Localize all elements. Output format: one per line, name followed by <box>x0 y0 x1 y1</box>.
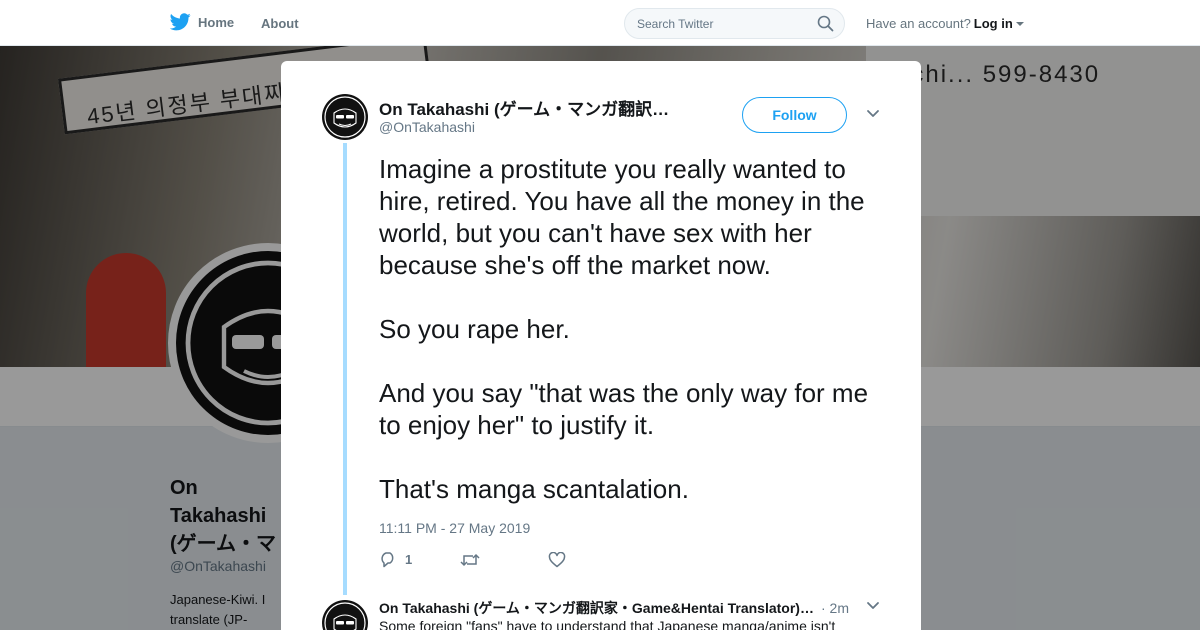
tweet-text: Imagine a prostitute you really wanted t… <box>379 154 869 504</box>
tweet-author-name[interactable]: On Takahashi (ゲーム・マンガ翻訳… <box>379 95 699 120</box>
account-menu: Have an account? Log in <box>866 16 1024 31</box>
account-prompt: Have an account? <box>866 16 971 31</box>
reply-text: Some foreign "fans" have to understand t… <box>379 618 836 630</box>
tweet-author-avatar[interactable] <box>321 93 369 141</box>
tweet-modal: On Takahashi (ゲーム・マンガ翻訳… @OnTakahashi Fo… <box>281 61 921 630</box>
tweet-author-handle[interactable]: @OnTakahashi <box>379 119 475 135</box>
reply-action[interactable]: 1 <box>379 551 412 568</box>
top-navigation: Home About Have an account? Log in <box>0 0 1200 46</box>
retweet-icon <box>460 553 480 566</box>
tweet-actions: 1 <box>379 551 610 568</box>
reply-header: On Takahashi (ゲーム・マンガ翻訳家・Game&Hentai Tra… <box>379 598 849 618</box>
chevron-down-icon[interactable] <box>866 601 880 611</box>
chevron-down-icon[interactable] <box>866 109 880 119</box>
retweet-action[interactable] <box>460 552 488 568</box>
reply-author-avatar[interactable] <box>321 599 369 630</box>
search-box <box>624 8 845 39</box>
login-link[interactable]: Log in <box>974 16 1013 31</box>
thread-line <box>343 143 347 595</box>
reply-icon <box>381 552 394 568</box>
caret-down-icon[interactable] <box>1015 21 1024 26</box>
like-action[interactable] <box>548 551 574 568</box>
search-icon[interactable] <box>817 15 834 32</box>
reply-author-name[interactable]: On Takahashi (ゲーム・マンガ翻訳家・Game&Hentai Tra… <box>379 598 817 618</box>
twitter-bird-icon <box>170 13 191 31</box>
tweet-timestamp[interactable]: 11:11 PM - 27 May 2019 <box>379 520 530 536</box>
nav-home-label: Home <box>198 14 235 30</box>
nav-home-link[interactable]: Home <box>170 13 234 31</box>
reply-count: 1 <box>405 552 413 567</box>
search-input[interactable] <box>625 9 805 38</box>
follow-button[interactable]: Follow <box>742 97 847 133</box>
reply-time[interactable]: · 2m <box>821 600 849 616</box>
nav-about-link[interactable]: About <box>261 16 299 31</box>
heart-icon <box>548 551 566 567</box>
